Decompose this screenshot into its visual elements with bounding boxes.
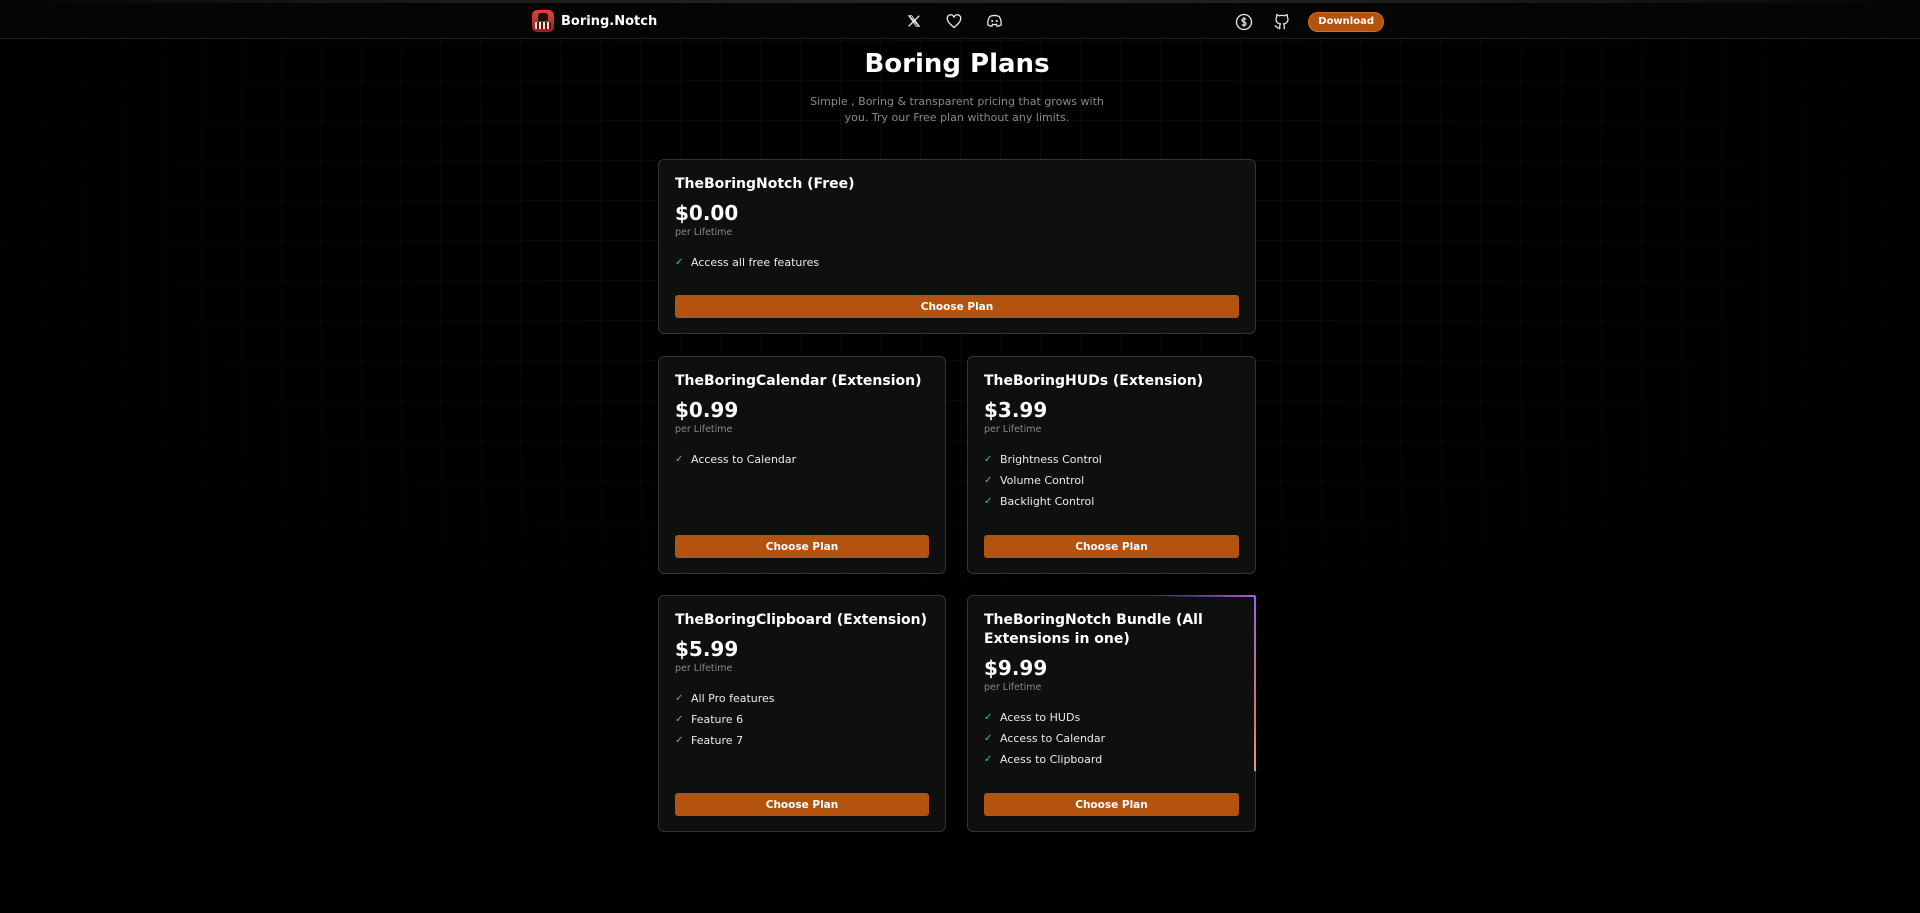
- plan-card-free: TheBoringNotch (Free) $0.00 per Lifetime…: [658, 159, 1256, 334]
- choose-plan-button[interactable]: Choose Plan: [675, 793, 929, 816]
- plan-price: $5.99: [675, 637, 739, 661]
- feature-item: ✓ Feature 7: [675, 730, 929, 751]
- feature-list: ✓ Brightness Control ✓ Volume Control ✓ Bac…: [984, 449, 1239, 512]
- choose-plan-button[interactable]: Choose Plan: [675, 295, 1239, 318]
- feature-item: ✓ Brightness Control: [984, 449, 1239, 470]
- feature-list: ✓ All Pro features ✓ Feature 6 ✓ Feature 7: [675, 688, 929, 751]
- feature-label: Access to Calendar: [691, 453, 797, 466]
- feature-list: ✓ Acess to HUDs ✓ Access to Calendar ✓ Aces…: [984, 707, 1239, 770]
- plan-price: $3.99: [984, 398, 1048, 422]
- feature-label: Feature 6: [691, 713, 744, 726]
- plan-card-bundle: TheBoringNotch Bundle (All Extensions in…: [967, 595, 1256, 832]
- feature-item: ✓ Feature 6: [675, 709, 929, 730]
- feature-label: Acess to HUDs: [1000, 711, 1081, 724]
- choose-plan-button[interactable]: Choose Plan: [675, 535, 929, 558]
- feature-item: ✓ Acess to HUDs: [984, 707, 1239, 728]
- feature-label: Feature 7: [691, 734, 744, 747]
- feature-item: ✓ Backlight Control: [984, 491, 1239, 512]
- plan-period: per Lifetime: [984, 424, 1042, 435]
- feature-item: ✓ Volume Control: [984, 470, 1239, 491]
- background-bottom-fade: [0, 493, 1920, 913]
- feature-label: Access all free features: [691, 256, 820, 269]
- feature-item: ✓ All Pro features: [675, 688, 929, 709]
- page-title: Boring Plans: [864, 49, 1050, 79]
- highlight-border-side: [1254, 596, 1256, 771]
- feature-list: ✓ Access all free features: [675, 252, 1239, 273]
- feature-item: ✓ Access all free features: [675, 252, 1239, 273]
- discord-icon[interactable]: [982, 9, 1006, 33]
- plan-name: TheBoringNotch (Free): [675, 176, 855, 192]
- x-twitter-icon[interactable]: [902, 9, 926, 33]
- plan-card-huds: TheBoringHUDs (Extension) $3.99 per Life…: [967, 356, 1256, 574]
- plan-period: per Lifetime: [984, 682, 1042, 693]
- plan-card-clipboard: TheBoringClipboard (Extension) $5.99 per…: [658, 595, 946, 832]
- check-icon: ✓: [984, 475, 993, 486]
- check-icon: ✓: [984, 712, 993, 723]
- feature-item: ✓ Access to Calendar: [984, 728, 1239, 749]
- navbar: Boring.Notch Download: [0, 3, 1920, 39]
- dollar-circle-icon[interactable]: [1232, 10, 1256, 34]
- feature-label: Access to Calendar: [1000, 732, 1106, 745]
- check-icon: ✓: [675, 693, 684, 704]
- choose-plan-button[interactable]: Choose Plan: [984, 535, 1239, 558]
- nav-actions: Download: [1232, 10, 1384, 34]
- brand-link[interactable]: Boring.Notch: [532, 10, 657, 32]
- highlight-border-top: [1153, 595, 1255, 597]
- plan-price: $9.99: [984, 656, 1048, 680]
- notch-logo-icon: [532, 10, 554, 32]
- check-icon: ✓: [675, 257, 684, 268]
- feature-label: Volume Control: [1000, 474, 1085, 487]
- plan-period: per Lifetime: [675, 227, 733, 238]
- check-icon: ✓: [675, 714, 684, 725]
- feature-label: Backlight Control: [1000, 495, 1095, 508]
- plan-price: $0.00: [675, 201, 739, 225]
- plan-name: TheBoringHUDs (Extension): [984, 373, 1204, 389]
- nav-social-links: [902, 9, 1006, 33]
- feature-label: Acess to Clipboard: [1000, 753, 1103, 766]
- plan-name: TheBoringCalendar (Extension): [675, 373, 922, 389]
- heart-icon[interactable]: [942, 9, 966, 33]
- feature-label: Brightness Control: [1000, 453, 1102, 466]
- choose-plan-button[interactable]: Choose Plan: [984, 793, 1239, 816]
- check-icon: ✓: [984, 754, 993, 765]
- plan-name: TheBoringClipboard (Extension): [675, 612, 928, 628]
- check-icon: ✓: [675, 454, 684, 465]
- brand-name: Boring.Notch: [561, 13, 658, 29]
- page-subtitle: Simple , Boring & transparent pricing th…: [810, 95, 1104, 124]
- plan-period: per Lifetime: [675, 424, 733, 435]
- github-icon[interactable]: [1270, 10, 1294, 34]
- plan-card-calendar: TheBoringCalendar (Extension) $0.99 per …: [658, 356, 946, 574]
- check-icon: ✓: [984, 733, 993, 744]
- check-icon: ✓: [984, 496, 993, 507]
- check-icon: ✓: [984, 454, 993, 465]
- feature-item: ✓ Acess to Clipboard: [984, 749, 1239, 770]
- plan-price: $0.99: [675, 398, 739, 422]
- feature-item: ✓ Access to Calendar: [675, 449, 929, 470]
- plan-name: TheBoringNotch Bundle (All Extensions in…: [984, 612, 1203, 647]
- download-button[interactable]: Download: [1308, 12, 1384, 32]
- plan-period: per Lifetime: [675, 663, 733, 674]
- check-icon: ✓: [675, 735, 684, 746]
- feature-list: ✓ Access to Calendar: [675, 449, 929, 470]
- feature-label: All Pro features: [691, 692, 775, 705]
- background-vignette: [0, 0, 1920, 913]
